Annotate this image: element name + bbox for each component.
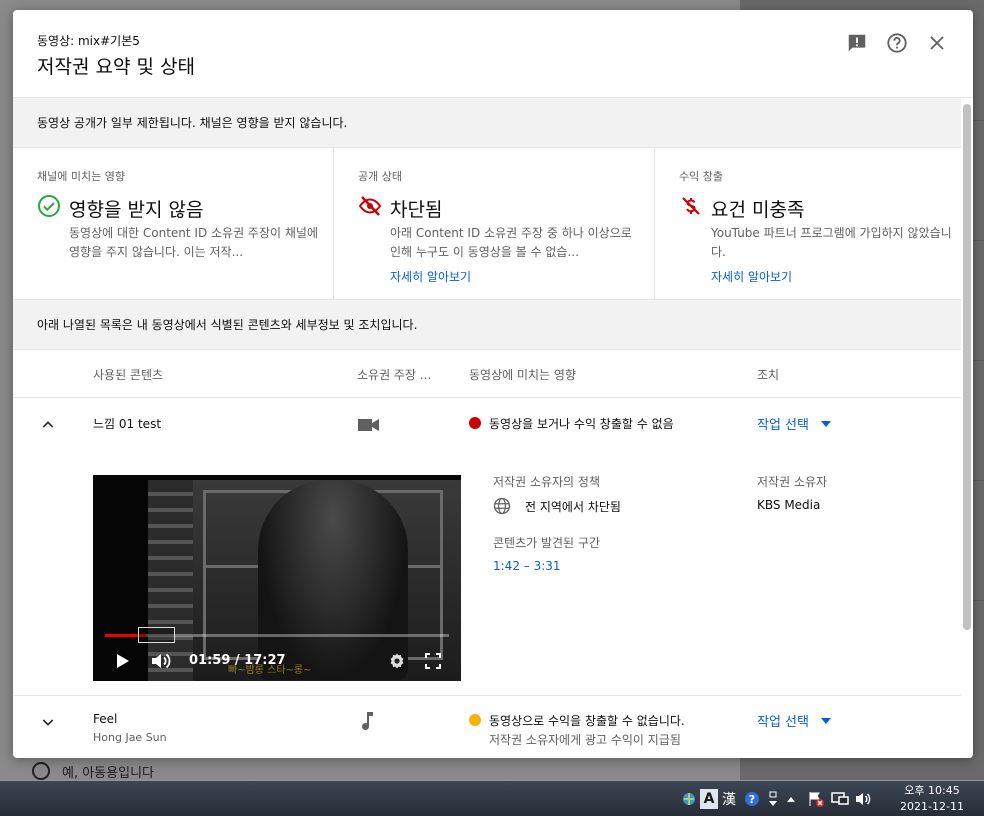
dropdown-caret-icon bbox=[820, 420, 831, 427]
card-description: 동영상에 대한 Content ID 소유권 주장이 채널에 영향을 주지 않습… bbox=[69, 226, 318, 259]
system-clock[interactable]: 오후 10:45 2021-12-11 bbox=[884, 783, 980, 815]
card-label: 수익 창출 bbox=[679, 170, 723, 183]
music-note-icon bbox=[361, 711, 375, 735]
impact-status: 동영상으로 수익을 창출할 수 없습니다. 저작권 소유자에게 광고 수익이 지… bbox=[469, 712, 685, 748]
feedback-icon[interactable] bbox=[844, 30, 870, 56]
card-description: YouTube 파트너 프로그램에 가입하지 않았습니다. bbox=[711, 226, 952, 259]
card-description: 아래 Content ID 소유권 주장 중 하나 이상으로 인해 누구도 이 … bbox=[390, 226, 632, 259]
restriction-notice: 동영상 공개가 일부 제한됩니다. 채널은 영향을 받지 않습니다. bbox=[13, 98, 961, 148]
impact-status: 동영상을 보거나 수익 창출할 수 없음 bbox=[469, 415, 674, 432]
card-label: 채널에 미치는 영향 bbox=[37, 170, 125, 183]
visibility-card: 공개 상태 차단됨 아래 Content ID 소유권 주장 중 하나 이상으로… bbox=[333, 148, 654, 300]
scrollbar-thumb[interactable] bbox=[963, 104, 971, 630]
background-radio bbox=[32, 762, 50, 780]
clock-time: 오후 10:45 bbox=[904, 784, 960, 797]
ime-option-icon[interactable] bbox=[766, 781, 780, 816]
select-action-dropdown[interactable]: 작업 선택 bbox=[757, 711, 831, 730]
chevron-up-icon[interactable] bbox=[40, 417, 56, 437]
clock-date: 2021-12-11 bbox=[900, 800, 964, 813]
column-header-content: 사용된 콘텐츠 bbox=[93, 368, 164, 382]
select-action-dropdown[interactable]: 작업 선택 bbox=[757, 414, 831, 433]
segment-label: 콘텐츠가 발견된 구간 bbox=[493, 536, 600, 550]
chevron-down-icon[interactable] bbox=[40, 714, 56, 734]
video-player[interactable]: 01:59 / 17:27 빠~밤롱 스타~롱~ bbox=[93, 475, 461, 681]
ime-alpha-icon[interactable]: A bbox=[700, 789, 718, 809]
status-dot bbox=[469, 417, 481, 429]
impact-subtext: 저작권 소유자에게 광고 수익이 지급됨 bbox=[489, 733, 681, 747]
column-header-claim: 소유권 주장 ... bbox=[357, 368, 432, 382]
help-tray-icon[interactable]: ? bbox=[743, 781, 761, 816]
policy-value: 전 지역에서 차단됨 bbox=[525, 500, 621, 514]
taskbar: A 漢 ? 오후 10:45 2021-12-11 bbox=[0, 780, 984, 816]
video-frame-decor bbox=[258, 480, 408, 680]
content-list-notice: 아래 나열된 목록은 내 동영상에서 식별된 콘텐츠와 세부정보 및 조치입니다… bbox=[13, 300, 961, 350]
card-status: 요건 미충족 bbox=[711, 198, 805, 221]
status-dot bbox=[469, 714, 481, 726]
policy-label: 저작권 소유자의 정책 bbox=[493, 475, 600, 489]
background-radio-label: 예, 아동용입니다 bbox=[62, 766, 154, 780]
dialog-header: 동영상: mix#기본5 저작권 요약 및 상태 bbox=[13, 10, 973, 98]
dialog-content[interactable]: 동영상 공개가 일부 제한됩니다. 채널은 영향을 받지 않습니다. 채널에 미… bbox=[13, 98, 973, 758]
content-title: Feel bbox=[93, 712, 118, 726]
owner-value: KBS Media bbox=[757, 498, 821, 512]
network-tray-icon[interactable] bbox=[680, 781, 698, 816]
table-header: 사용된 콘텐츠 소유권 주장 ... 동영상에 미치는 영향 조치 bbox=[13, 350, 961, 398]
svg-text:?: ? bbox=[749, 793, 755, 806]
column-header-action: 조치 bbox=[757, 368, 780, 382]
channel-impact-card: 채널에 미치는 영향 영향을 받지 않음 동영상에 대한 Content ID … bbox=[13, 148, 333, 300]
card-status: 영향을 받지 않음 bbox=[69, 198, 204, 221]
action-center-flag-icon[interactable] bbox=[806, 781, 826, 816]
tray-expand-icon[interactable] bbox=[784, 781, 798, 816]
segment-link[interactable]: 1:42 – 3:31 bbox=[493, 559, 561, 573]
copyright-dialog: 동영상: mix#기본5 저작권 요약 및 상태 동영상 공개가 일부 제한됩니… bbox=[13, 10, 973, 758]
learn-more-link[interactable]: 자세히 알아보기 bbox=[390, 268, 471, 285]
ime-hanja-icon[interactable]: 漢 bbox=[720, 781, 738, 816]
video-caption: 빠~밤롱 스타~롱~ bbox=[228, 665, 312, 676]
progress-preview-thumb[interactable] bbox=[138, 627, 175, 643]
action-label: 작업 선택 bbox=[757, 418, 809, 433]
dropdown-caret-icon bbox=[820, 717, 831, 724]
fullscreen-icon[interactable] bbox=[423, 651, 443, 671]
status-cards: 채널에 미치는 영향 영향을 받지 않음 동영상에 대한 Content ID … bbox=[13, 148, 961, 300]
volume-icon[interactable] bbox=[149, 651, 175, 671]
video-camera-icon bbox=[358, 417, 380, 437]
display-tray-icon[interactable] bbox=[830, 781, 850, 816]
play-icon[interactable] bbox=[113, 651, 133, 671]
impact-text: 동영상으로 수익을 창출할 수 없습니다. bbox=[489, 714, 685, 728]
card-label: 공개 상태 bbox=[358, 170, 402, 183]
content-artist: Hong Jae Sun bbox=[93, 731, 167, 744]
card-status: 차단됨 bbox=[390, 198, 443, 221]
impact-text: 동영상을 보거나 수익 창출할 수 없음 bbox=[489, 417, 674, 431]
video-subtitle: 동영상: mix#기본5 bbox=[37, 34, 140, 48]
help-icon[interactable] bbox=[884, 30, 910, 56]
check-circle-icon bbox=[37, 194, 61, 222]
column-header-impact: 동영상에 미치는 영향 bbox=[469, 368, 576, 382]
owner-label: 저작권 소유자 bbox=[757, 475, 828, 489]
claim-row-expanded: 느낌 01 test 동영상을 보거나 수익 창출할 수 없음 작업 선택 01… bbox=[13, 398, 961, 696]
volume-tray-icon[interactable] bbox=[854, 781, 874, 816]
monetization-card: 수익 창출 요건 미충족 YouTube 파트너 프로그램에 가입하지 않았습니… bbox=[654, 148, 961, 300]
eye-off-icon bbox=[358, 194, 382, 222]
close-icon[interactable] bbox=[924, 30, 950, 56]
action-label: 작업 선택 bbox=[757, 715, 809, 730]
claim-row-collapsed: Feel Hong Jae Sun 동영상으로 수익을 창출할 수 없습니다. … bbox=[13, 696, 961, 758]
dialog-title: 저작권 요약 및 상태 bbox=[37, 56, 195, 78]
globe-icon bbox=[493, 497, 511, 519]
gear-icon[interactable] bbox=[387, 651, 407, 671]
content-title: 느낌 01 test bbox=[93, 417, 162, 431]
no-money-icon bbox=[679, 194, 703, 222]
learn-more-link[interactable]: 자세히 알아보기 bbox=[711, 268, 792, 285]
